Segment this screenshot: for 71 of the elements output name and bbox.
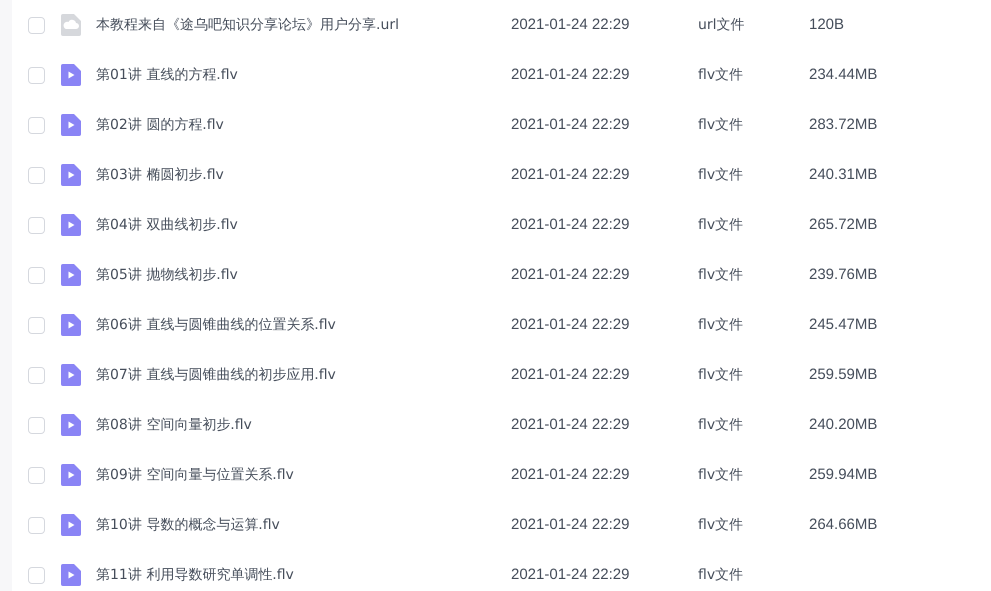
file-type: flv文件 (698, 416, 744, 434)
file-type: flv文件 (698, 266, 744, 284)
modified-time: 2021-01-24 22:29 (511, 164, 630, 185)
checkbox[interactable] (28, 366, 45, 384)
file-name[interactable]: 第01讲 直线的方程.flv (96, 64, 511, 86)
video-file-icon (61, 364, 81, 386)
checkbox[interactable] (28, 566, 45, 584)
file-type: flv文件 (698, 366, 744, 384)
file-size: 240.20MB (809, 414, 878, 435)
file-name[interactable]: 第06讲 直线与圆锥曲线的位置关系.flv (96, 314, 511, 336)
checkbox[interactable] (28, 66, 45, 84)
modified-time: 2021-01-24 22:29 (511, 314, 630, 335)
checkbox[interactable] (28, 116, 45, 134)
file-type: url文件 (698, 16, 746, 34)
modified-time: 2021-01-24 22:29 (511, 364, 630, 385)
file-size: 239.76MB (809, 264, 878, 285)
link-file-icon (61, 14, 81, 36)
file-name[interactable]: 第11讲 利用导数研究单调性.flv (96, 564, 511, 586)
file-name[interactable]: 第10讲 导数的概念与运算.flv (96, 514, 511, 536)
file-name[interactable]: 第09讲 空间向量与位置关系.flv (96, 464, 511, 486)
file-name[interactable]: 第03讲 椭圆初步.flv (96, 164, 511, 186)
modified-time: 2021-01-24 22:29 (511, 214, 630, 235)
checkbox[interactable] (28, 16, 45, 34)
file-name[interactable]: 第04讲 双曲线初步.flv (96, 214, 511, 236)
modified-time: 2021-01-24 22:29 (511, 14, 630, 35)
file-size: 245.47MB (809, 314, 878, 335)
file-name[interactable]: 第05讲 抛物线初步.flv (96, 264, 511, 286)
video-file-icon (61, 64, 81, 86)
video-file-icon (61, 464, 81, 486)
modified-time: 2021-01-24 22:29 (511, 514, 630, 535)
file-name[interactable]: 第07讲 直线与圆锥曲线的初步应用.flv (96, 364, 511, 386)
file-size: 240.31MB (809, 164, 878, 185)
file-size: 120B (809, 14, 844, 35)
file-name[interactable]: 第08讲 空间向量初步.flv (96, 414, 511, 436)
checkbox[interactable] (28, 516, 45, 534)
video-file-icon (61, 314, 81, 336)
file-size: 234.44MB (809, 64, 878, 85)
modified-time: 2021-01-24 22:29 (511, 464, 630, 485)
modified-time: 2021-01-24 22:29 (511, 114, 630, 135)
video-file-icon (61, 114, 81, 136)
video-file-icon (61, 414, 81, 436)
file-type: flv文件 (698, 316, 744, 334)
file-size: 259.59MB (809, 364, 878, 385)
video-file-icon (61, 264, 81, 286)
modified-time: 2021-01-24 22:29 (511, 564, 630, 585)
checkbox[interactable] (28, 416, 45, 434)
checkbox[interactable] (28, 466, 45, 484)
file-type: flv文件 (698, 166, 744, 184)
modified-time: 2021-01-24 22:29 (511, 414, 630, 435)
file-size: 264.66MB (809, 514, 878, 535)
file-type: flv文件 (698, 466, 744, 484)
checkbox[interactable] (28, 266, 45, 284)
file-size: 259.94MB (809, 464, 878, 485)
file-size: 283.72MB (809, 114, 878, 135)
video-file-icon (61, 214, 81, 236)
file-type: flv文件 (698, 216, 744, 234)
checkbox[interactable] (28, 216, 45, 234)
file-type: flv文件 (698, 516, 744, 534)
video-file-icon (61, 514, 81, 536)
file-type: flv文件 (698, 116, 744, 134)
video-file-icon (61, 564, 81, 586)
file-size: 265.72MB (809, 214, 878, 235)
file-type: flv文件 (698, 66, 744, 84)
video-file-icon (61, 164, 81, 186)
modified-time: 2021-01-24 22:29 (511, 64, 630, 85)
modified-time: 2021-01-24 22:29 (511, 264, 630, 285)
file-name[interactable]: 第02讲 圆的方程.flv (96, 114, 511, 136)
file-type: flv文件 (698, 566, 744, 584)
file-name[interactable]: 本教程来自《途乌吧知识分享论坛》用户分享.url (96, 14, 511, 36)
checkbox[interactable] (28, 316, 45, 334)
checkbox[interactable] (28, 166, 45, 184)
